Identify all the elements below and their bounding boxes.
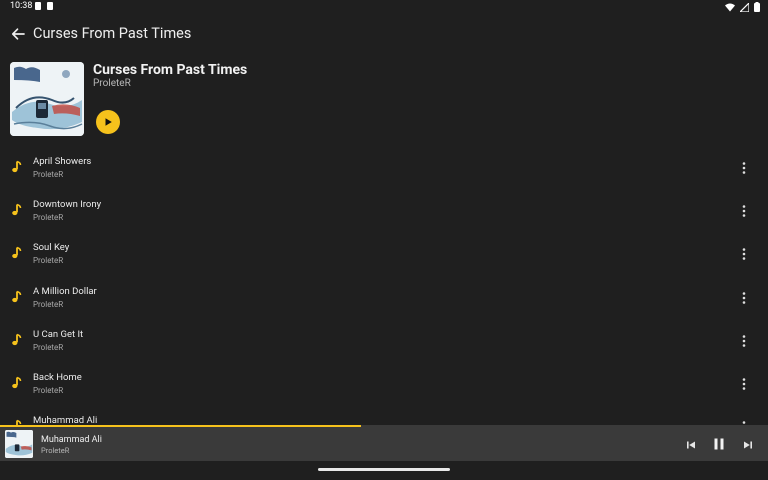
more-vert-icon[interactable] [739,247,749,261]
mini-player-cover [5,430,33,458]
home-gesture-handle[interactable] [318,468,450,471]
track-row[interactable]: Downtown Irony ProleteR [0,189,768,232]
track-row[interactable]: A Million Dollar ProleteR [0,276,768,319]
now-playing-artist: ProleteR [41,446,70,455]
more-vert-icon[interactable] [739,377,749,391]
album-cover [10,62,84,136]
skip-previous-button[interactable] [684,437,698,451]
more-vert-icon[interactable] [739,291,749,305]
status-bar: 10:38 [0,0,768,14]
more-vert-icon[interactable] [739,204,749,218]
skip-previous-icon [687,441,695,449]
sd-card-icon [35,2,41,10]
mini-player[interactable]: Muhammad Ali ProleteR [0,427,768,461]
signal-icon [740,2,749,12]
music-note-icon [12,376,22,389]
album-title: Curses From Past Times [93,62,248,78]
music-note-icon [12,333,22,345]
status-left-icons [35,2,53,10]
music-note-icon [12,247,22,259]
battery-icon [754,2,760,12]
track-row[interactable]: Back Home ProleteR [0,362,768,405]
system-navigation-bar [0,461,768,480]
app-bar: Curses From Past Times [0,20,768,48]
track-artist: ProleteR [33,299,64,309]
back-button[interactable] [8,24,28,44]
track-row[interactable]: Soul Key ProleteR [0,232,768,275]
track-artist: ProleteR [33,342,64,352]
track-title: April Showers [33,156,92,167]
more-vert-icon[interactable] [739,161,749,175]
status-time: 10:38 [10,1,33,11]
track-title: A Million Dollar [33,285,97,297]
now-playing-title: Muhammad Ali [41,435,102,445]
skip-next-button[interactable] [741,437,755,451]
track-list: April Showers ProleteR Downtown Irony Prole… [0,146,768,426]
track-row[interactable]: April Showers ProleteR [0,146,768,189]
notification-icon [47,2,53,10]
track-artist: ProleteR [33,256,64,266]
music-note-icon [12,203,22,216]
wifi-icon [725,3,735,11]
music-note-icon [12,290,22,302]
track-title: U Can Get It [33,328,84,340]
track-row[interactable]: Muhammad AliProleteR [0,405,768,426]
track-title: Soul Key [33,242,70,254]
more-vert-icon[interactable] [739,334,749,348]
track-title: Downtown Irony [33,199,102,211]
album-artist: ProleteR [93,78,131,89]
page-title: Curses From Past Times [33,25,192,42]
status-right-icons [725,2,760,12]
music-note-icon [12,160,22,173]
track-row[interactable]: U Can Get It ProleteR [0,319,768,362]
pause-icon [714,438,724,450]
skip-next-icon [744,441,752,449]
track-artist: ProleteR [33,385,64,395]
pause-button[interactable] [711,436,727,452]
play-album-button[interactable] [96,110,120,134]
arrow-back-icon [11,28,25,40]
track-artist: ProleteR [33,170,64,179]
track-title: Back Home [33,371,82,383]
track-artist: ProleteR [33,213,64,223]
play-icon [105,118,112,126]
